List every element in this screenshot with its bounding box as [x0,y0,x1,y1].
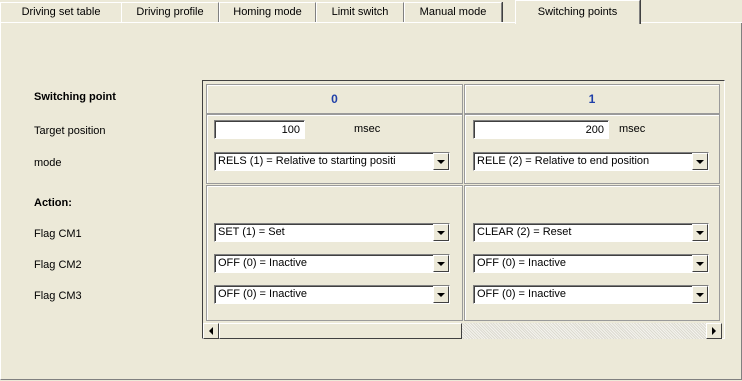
tab-manual-mode[interactable]: Manual mode [404,2,502,23]
dropdown-button[interactable] [692,224,708,241]
tab-homing-mode[interactable]: Homing mode [219,2,316,23]
dropdown-button[interactable] [692,153,708,170]
target-position-input-1[interactable]: 200 [473,120,609,139]
flag-cm1-value-1: CLEAR (2) = Reset [477,226,572,238]
mode-value-0: RELS (1) = Relative to starting positi [218,155,396,167]
dropdown-button[interactable] [692,255,708,272]
unit-label-1: msec [619,123,646,135]
chevron-down-icon [437,159,445,164]
tab-switching-points[interactable]: Switching points [515,0,640,24]
flag-cm1-value-0: SET (1) = Set [218,226,285,238]
flag-cm3-select-0[interactable]: OFF (0) = Inactive [214,285,450,304]
flag-cm3-value-0: OFF (0) = Inactive [218,288,307,300]
mode-select-0[interactable]: RELS (1) = Relative to starting positi [214,152,450,171]
tab-strip: Driving set table Driving profile Homing… [0,0,742,24]
flag-cm2-value-0: OFF (0) = Inactive [218,257,307,269]
chevron-down-icon [696,292,704,297]
arrow-right-icon [712,327,716,335]
mode-label: mode [34,157,62,169]
action-label: Action: [34,197,72,209]
target-position-label: Target position [34,125,106,137]
flag-cm2-label: Flag CM2 [34,259,82,271]
chevron-down-icon [696,230,704,235]
column-header-1[interactable]: 1 [464,84,720,114]
chevron-down-icon [696,159,704,164]
flag-cm1-select-1[interactable]: CLEAR (2) = Reset [473,223,709,242]
target-position-input-0[interactable]: 100 [214,120,305,139]
flag-cm3-value-1: OFF (0) = Inactive [477,288,566,300]
switching-points-grid: 0 1 100 msec RELS (1) = Relative to star… [202,80,725,339]
chevron-down-icon [437,292,445,297]
chevron-down-icon [437,230,445,235]
tab-limit-switch[interactable]: Limit switch [316,2,404,23]
dropdown-button[interactable] [692,286,708,303]
horizontal-scrollbar[interactable] [203,323,722,339]
flag-cm3-label: Flag CM3 [34,290,82,302]
mode-value-1: RELE (2) = Relative to end position [477,155,650,167]
flag-cm2-select-1[interactable]: OFF (0) = Inactive [473,254,709,273]
dropdown-button[interactable] [433,286,449,303]
flag-cm2-value-1: OFF (0) = Inactive [477,257,566,269]
column-header-0[interactable]: 0 [206,84,463,114]
dropdown-button[interactable] [433,153,449,170]
switching-point-label: Switching point [34,91,116,103]
scroll-left-button[interactable] [203,323,219,339]
flag-cm2-select-0[interactable]: OFF (0) = Inactive [214,254,450,273]
dropdown-button[interactable] [433,224,449,241]
dropdown-button[interactable] [433,255,449,272]
mode-select-1[interactable]: RELE (2) = Relative to end position [473,152,709,171]
scroll-right-button[interactable] [706,323,722,339]
chevron-down-icon [696,261,704,266]
chevron-down-icon [437,261,445,266]
flag-cm1-select-0[interactable]: SET (1) = Set [214,223,450,242]
tab-driving-profile[interactable]: Driving profile [121,2,219,23]
flag-cm3-select-1[interactable]: OFF (0) = Inactive [473,285,709,304]
scrollbar-thumb[interactable] [219,323,462,339]
flag-cm1-label: Flag CM1 [34,228,82,240]
arrow-left-icon [209,327,213,335]
tab-driving-set-table[interactable]: Driving set table [0,2,122,23]
unit-label-0: msec [354,123,381,135]
